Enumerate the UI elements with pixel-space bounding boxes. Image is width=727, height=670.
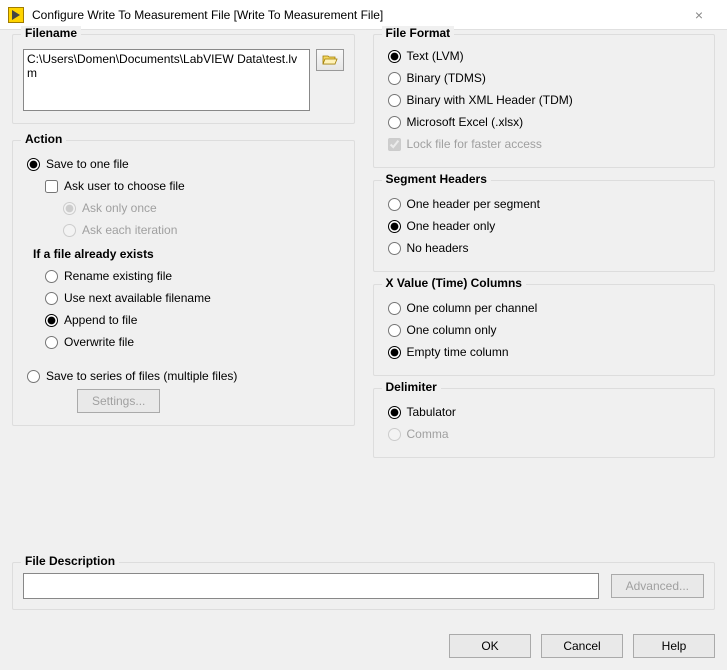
delimiter-group: Delimiter Tabulator Comma (373, 388, 716, 458)
fileformat-group: File Format Text (LVM) Binary (TDMS) Bin… (373, 34, 716, 168)
save-one-file-label: Save to one file (46, 157, 129, 171)
hdr-perseg-radio[interactable]: One header per segment (384, 193, 705, 215)
format-text-radio[interactable]: Text (LVM) (384, 45, 705, 67)
xvalue-label: X Value (Time) Columns (382, 276, 526, 290)
overwrite-radio[interactable]: Overwrite file (23, 331, 344, 353)
usenext-radio[interactable]: Use next available filename (23, 287, 344, 309)
x-perchan-label: One column per channel (407, 301, 538, 315)
append-radio[interactable]: Append to file (23, 309, 344, 331)
format-binxml-radio[interactable]: Binary with XML Header (TDM) (384, 89, 705, 111)
ask-user-checkbox[interactable]: Ask user to choose file (23, 175, 344, 197)
hdr-none-label: No headers (407, 241, 469, 255)
ask-once-label: Ask only once (82, 201, 157, 215)
format-binary-label: Binary (TDMS) (407, 71, 486, 85)
close-icon[interactable]: × (679, 7, 719, 23)
delim-comma-radio: Comma (384, 423, 705, 445)
xvalue-group: X Value (Time) Columns One column per ch… (373, 284, 716, 376)
title-bar: Configure Write To Measurement File [Wri… (0, 0, 727, 30)
ask-once-radio: Ask only once (23, 197, 344, 219)
delimiter-label: Delimiter (382, 380, 441, 394)
save-series-radio[interactable]: Save to series of files (multiple files) (23, 365, 344, 387)
ask-each-radio: Ask each iteration (23, 219, 344, 241)
segmenthdr-label: Segment Headers (382, 172, 491, 186)
x-oneonly-label: One column only (407, 323, 497, 337)
format-text-label: Text (LVM) (407, 49, 464, 63)
format-excel-radio[interactable]: Microsoft Excel (.xlsx) (384, 111, 705, 133)
filedesc-group: File Description Advanced... (12, 562, 715, 610)
hdr-oneonly-label: One header only (407, 219, 496, 233)
existing-label: If a file already exists (33, 247, 344, 261)
segmenthdr-group: Segment Headers One header per segment O… (373, 180, 716, 272)
filedesc-label: File Description (21, 554, 119, 568)
browse-button[interactable] (316, 49, 344, 71)
filename-input[interactable]: C:\Users\Domen\Documents\LabVIEW Data\te… (23, 49, 310, 111)
delim-tab-radio[interactable]: Tabulator (384, 401, 705, 423)
ask-user-label: Ask user to choose file (64, 179, 185, 193)
ok-button[interactable]: OK (449, 634, 531, 658)
labview-icon (8, 7, 24, 23)
action-group: Action Save to one file Ask user to choo… (12, 140, 355, 426)
rename-label: Rename existing file (64, 269, 172, 283)
delim-tab-label: Tabulator (407, 405, 456, 419)
dialog-footer: OK Cancel Help (0, 620, 727, 670)
overwrite-label: Overwrite file (64, 335, 134, 349)
window-title: Configure Write To Measurement File [Wri… (32, 8, 679, 22)
settings-button: Settings... (77, 389, 160, 413)
usenext-label: Use next available filename (64, 291, 211, 305)
format-binary-radio[interactable]: Binary (TDMS) (384, 67, 705, 89)
save-one-file-radio[interactable]: Save to one file (23, 153, 344, 175)
cancel-button[interactable]: Cancel (541, 634, 623, 658)
x-oneonly-radio[interactable]: One column only (384, 319, 705, 341)
x-empty-label: Empty time column (407, 345, 509, 359)
advanced-button: Advanced... (611, 574, 704, 598)
hdr-oneonly-radio[interactable]: One header only (384, 215, 705, 237)
delim-comma-label: Comma (407, 427, 449, 441)
save-series-label: Save to series of files (multiple files) (46, 369, 237, 383)
description-input[interactable] (23, 573, 599, 599)
append-label: Append to file (64, 313, 137, 327)
rename-radio[interactable]: Rename existing file (23, 265, 344, 287)
ask-each-label: Ask each iteration (82, 223, 177, 237)
x-empty-radio[interactable]: Empty time column (384, 341, 705, 363)
lock-checkbox: Lock file for faster access (384, 133, 705, 155)
hdr-perseg-label: One header per segment (407, 197, 540, 211)
filename-group: Filename C:\Users\Domen\Documents\LabVIE… (12, 34, 355, 124)
help-button[interactable]: Help (633, 634, 715, 658)
hdr-none-radio[interactable]: No headers (384, 237, 705, 259)
x-perchan-radio[interactable]: One column per channel (384, 297, 705, 319)
fileformat-label: File Format (382, 26, 455, 40)
format-excel-label: Microsoft Excel (.xlsx) (407, 115, 524, 129)
folder-open-icon (322, 54, 338, 66)
action-label: Action (21, 132, 66, 146)
format-binxml-label: Binary with XML Header (TDM) (407, 93, 573, 107)
filename-label: Filename (21, 26, 81, 40)
lock-label: Lock file for faster access (407, 137, 542, 151)
